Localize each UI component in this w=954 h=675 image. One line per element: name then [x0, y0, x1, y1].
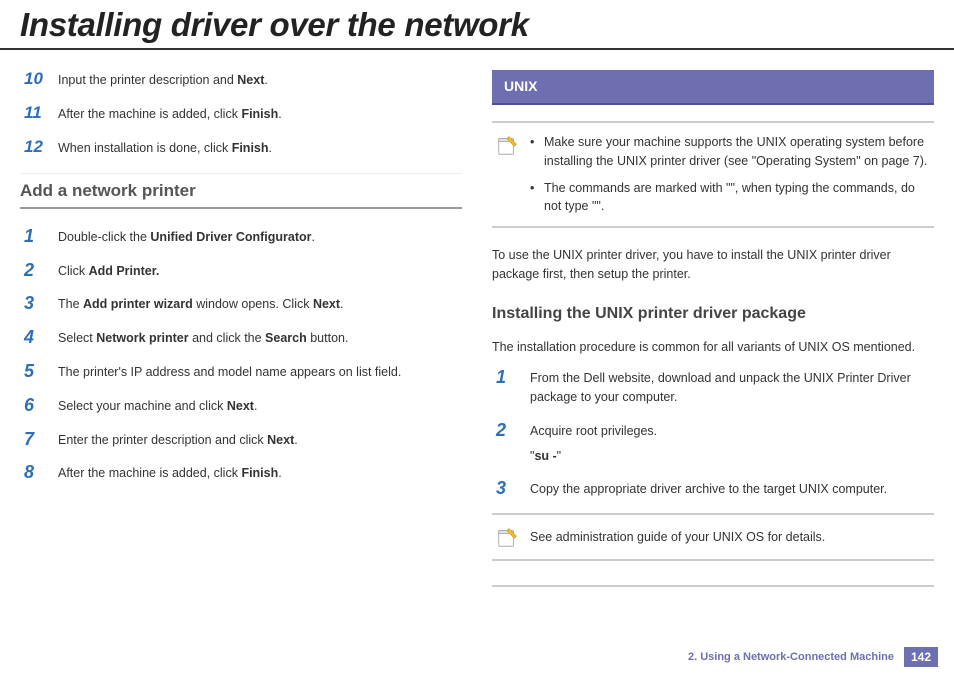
page-title: Installing driver over the network — [0, 0, 954, 50]
step: 12When installation is done, click Finis… — [20, 138, 462, 158]
step-text: Click Add Printer. — [58, 261, 462, 281]
step-text: The printer's IP address and model name … — [58, 362, 462, 382]
step-text: From the Dell website, download and unpa… — [530, 368, 934, 407]
note-item: •Make sure your machine supports the UNI… — [530, 133, 930, 171]
section-install-unix-package: Installing the UNIX printer driver packa… — [492, 302, 934, 326]
note-text: See administration guide of your UNIX OS… — [530, 528, 930, 547]
step-number: 8 — [20, 463, 58, 483]
step-number: 7 — [20, 430, 58, 450]
unix-subintro: The installation procedure is common for… — [492, 338, 934, 357]
content-columns: 10Input the printer description and Next… — [0, 50, 954, 587]
step: 7Enter the printer description and click… — [20, 430, 462, 450]
note-box-unix-support: •Make sure your machine supports the UNI… — [492, 121, 934, 228]
step-text: The Add printer wizard window opens. Cli… — [58, 294, 462, 314]
step-number: 4 — [20, 328, 58, 348]
note-icon — [496, 135, 518, 157]
note-item: •The commands are marked with "", when t… — [530, 179, 930, 217]
step: 11After the machine is added, click Fini… — [20, 104, 462, 124]
section-add-network-printer: Add a network printer — [20, 173, 462, 209]
step-number: 1 — [492, 368, 530, 388]
step-text: Copy the appropriate driver archive to t… — [530, 479, 934, 499]
step-text: After the machine is added, click Finish… — [58, 463, 462, 483]
step: 1Double-click the Unified Driver Configu… — [20, 227, 462, 247]
step: 6Select your machine and click Next. — [20, 396, 462, 416]
step: 5The printer's IP address and model name… — [20, 362, 462, 382]
step: 2Click Add Printer. — [20, 261, 462, 281]
step-text: Acquire root privileges."su -" — [530, 421, 934, 466]
step-number: 3 — [20, 294, 58, 314]
step-text: Double-click the Unified Driver Configur… — [58, 227, 462, 247]
step-number: 12 — [20, 138, 58, 157]
step: 8After the machine is added, click Finis… — [20, 463, 462, 483]
step: 2Acquire root privileges."su -" — [492, 421, 934, 466]
step-number: 5 — [20, 362, 58, 382]
left-column: 10Input the printer description and Next… — [20, 70, 462, 587]
step-text: Select Network printer and click the Sea… — [58, 328, 462, 348]
step-number: 6 — [20, 396, 58, 416]
step-text: Input the printer description and Next. — [58, 70, 462, 90]
footer-chapter: 2. Using a Network-Connected Machine — [688, 651, 894, 663]
step: 3The Add printer wizard window opens. Cl… — [20, 294, 462, 314]
right-column: UNIX •Make sure your machine supports th… — [492, 70, 934, 587]
step-text: Enter the printer description and click … — [58, 430, 462, 450]
page-number: 142 — [904, 647, 938, 667]
unix-intro-paragraph: To use the UNIX printer driver, you have… — [492, 246, 934, 284]
step-number: 2 — [492, 421, 530, 441]
step-number: 2 — [20, 261, 58, 281]
step-number: 1 — [20, 227, 58, 247]
step: 10Input the printer description and Next… — [20, 70, 462, 90]
step: 1From the Dell website, download and unp… — [492, 368, 934, 407]
note-box-admin-guide: See administration guide of your UNIX OS… — [492, 513, 934, 561]
step-text: After the machine is added, click Finish… — [58, 104, 462, 124]
unix-banner: UNIX — [492, 70, 934, 105]
step-number: 10 — [20, 70, 58, 89]
page-footer: 2. Using a Network-Connected Machine 142 — [688, 647, 938, 667]
step-text: Select your machine and click Next. — [58, 396, 462, 416]
step-text: When installation is done, click Finish. — [58, 138, 462, 158]
note-icon — [496, 527, 518, 549]
step-number: 3 — [492, 479, 530, 499]
step: 3Copy the appropriate driver archive to … — [492, 479, 934, 499]
step: 4Select Network printer and click the Se… — [20, 328, 462, 348]
step-number: 11 — [20, 104, 58, 123]
